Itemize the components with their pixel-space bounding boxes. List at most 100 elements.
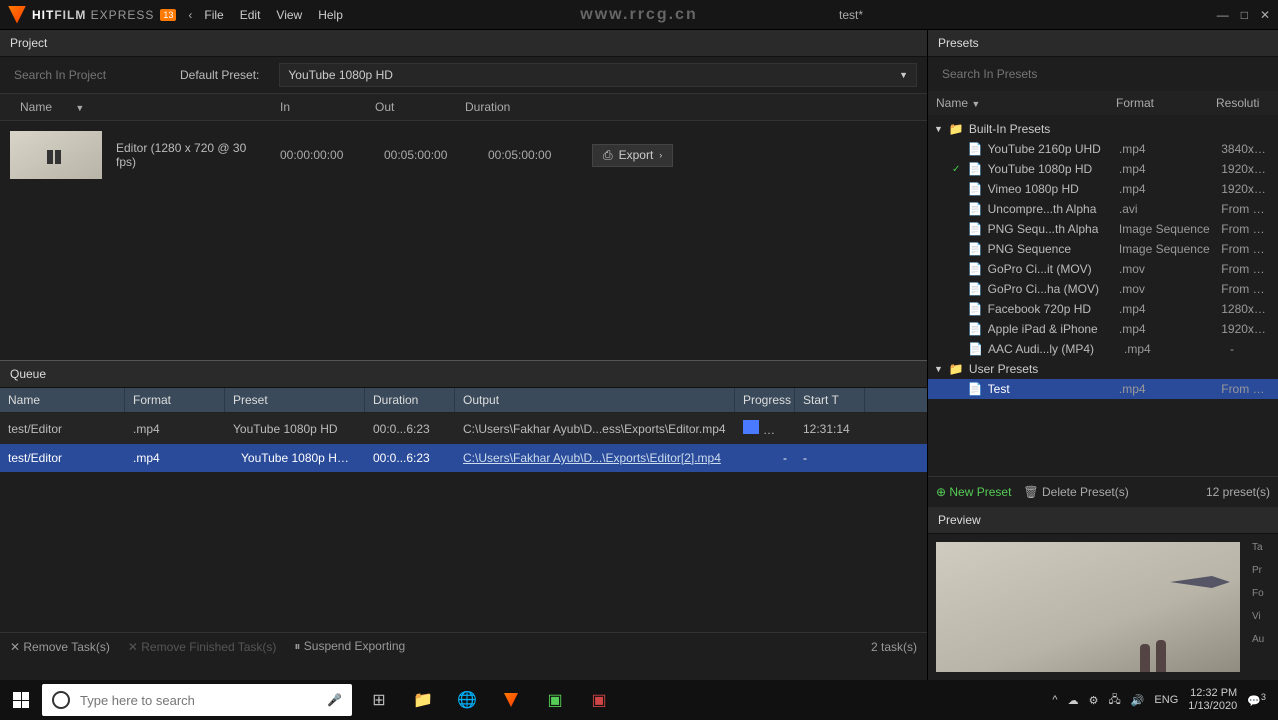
- q-output: C:\Users\Fakhar Ayub\D...ess\Exports\Edi…: [455, 419, 735, 439]
- close-button[interactable]: ✕: [1260, 8, 1270, 22]
- pcol-name[interactable]: Name ▼: [936, 96, 1116, 110]
- new-preset-button[interactable]: ⊕ New Preset: [936, 485, 1011, 499]
- preset-format: .mp4: [1119, 382, 1215, 396]
- qcol-name[interactable]: Name: [0, 388, 125, 412]
- folder-label: User Presets: [969, 362, 1038, 376]
- minimize-button[interactable]: —: [1217, 8, 1229, 22]
- start-button[interactable]: [0, 680, 42, 720]
- col-in[interactable]: In: [270, 94, 365, 120]
- col-name[interactable]: Name ▼: [0, 94, 270, 120]
- q-name: test/Editor: [0, 419, 125, 439]
- q-progress: 7%: [735, 417, 795, 440]
- queue-row-selected[interactable]: test/Editor .mp4 YouTube 1080p HD ▼ 00:0…: [0, 444, 927, 472]
- delete-preset-button[interactable]: 🗑 Delete Preset(s): [1023, 485, 1128, 499]
- preview-tab[interactable]: Au: [1252, 634, 1274, 645]
- camtasia-icon[interactable]: ▣: [578, 680, 620, 720]
- preview-tab[interactable]: Vi: [1252, 611, 1274, 622]
- windows-taskbar: 🎤 ⊞ 📁 🌐 ▣ ▣ ^ ☁ ⚙ 🖧 🔊 ENG 12:32 PM 1/13/…: [0, 680, 1278, 720]
- preset-item[interactable]: ✓📄YouTube 1080p HD.mp41920x108: [928, 159, 1278, 179]
- menu-view[interactable]: View: [276, 8, 302, 22]
- preset-format: .mov: [1119, 262, 1215, 276]
- preset-format: Image Sequence: [1119, 222, 1215, 236]
- preset-item[interactable]: 📄Apple iPad & iPhone.mp41920x108: [928, 319, 1278, 339]
- hitfilm-taskbar-icon[interactable]: [490, 680, 532, 720]
- preview-tab[interactable]: Ta: [1252, 542, 1274, 553]
- maximize-button[interactable]: □: [1241, 8, 1248, 22]
- tray-icon[interactable]: ⚙: [1089, 694, 1099, 707]
- q-preset: YouTube 1080p HD: [225, 419, 365, 439]
- title-bar: HITFILM EXPRESS 13 ‹ File Edit View Help…: [0, 0, 1278, 30]
- preset-item[interactable]: 📄GoPro Ci...it (MOV).movFrom Sou: [928, 259, 1278, 279]
- preset-item[interactable]: 📄PNG Sequ...th AlphaImage SequenceFrom S…: [928, 219, 1278, 239]
- qcol-preset[interactable]: Preset: [225, 388, 365, 412]
- presets-panel-header: Presets: [928, 30, 1278, 57]
- menu-file[interactable]: File: [204, 8, 223, 22]
- preset-item[interactable]: 📄PNG SequenceImage SequenceFrom Sou: [928, 239, 1278, 259]
- qcol-duration[interactable]: Duration: [365, 388, 455, 412]
- col-duration[interactable]: Duration: [455, 94, 520, 120]
- volume-icon[interactable]: 🔊: [1131, 694, 1145, 707]
- back-button[interactable]: ‹: [188, 8, 192, 22]
- preset-name: GoPro Ci...it (MOV): [988, 262, 1113, 276]
- project-name: Editor (1280 x 720 @ 30 fps): [116, 141, 266, 169]
- export-button[interactable]: ⎙ Export ›: [592, 144, 673, 167]
- qcol-format[interactable]: Format: [125, 388, 225, 412]
- taskbar-search-input[interactable]: [80, 693, 317, 708]
- preview-tab[interactable]: Pr: [1252, 565, 1274, 576]
- queue-row[interactable]: test/Editor .mp4 YouTube 1080p HD 00:0..…: [0, 413, 927, 444]
- document-title: test*: [839, 8, 863, 22]
- network-icon[interactable]: 🖧: [1108, 691, 1120, 710]
- file-explorer-icon[interactable]: 📁: [402, 680, 444, 720]
- builtin-folder[interactable]: ▼ 📁 Built-In Presets: [928, 119, 1278, 139]
- preset-name: GoPro Ci...ha (MOV): [988, 282, 1113, 296]
- taskbar-search[interactable]: 🎤: [42, 684, 352, 716]
- preset-item[interactable]: 📄AAC Audi...ly (MP4).mp4-: [928, 339, 1278, 359]
- preset-format: .mp4: [1119, 162, 1215, 176]
- task-count: 2 task(s): [871, 640, 917, 654]
- preset-name: AAC Audi...ly (MP4): [988, 342, 1118, 356]
- project-row[interactable]: Editor (1280 x 720 @ 30 fps) 00:00:00:00…: [0, 121, 927, 189]
- app-icon[interactable]: ▣: [534, 680, 576, 720]
- presets-search-input[interactable]: [938, 63, 1268, 85]
- chevron-down-icon: ▼: [934, 124, 943, 134]
- default-preset-select[interactable]: YouTube 1080p HD ▼: [279, 63, 917, 87]
- preset-item[interactable]: 📄Test.mp4From Sou: [928, 379, 1278, 399]
- preset-item[interactable]: 📄Vimeo 1080p HD.mp41920x108: [928, 179, 1278, 199]
- notifications-icon[interactable]: 💬3: [1247, 692, 1266, 708]
- preset-item[interactable]: 📄GoPro Ci...ha (MOV).movFrom Sou: [928, 279, 1278, 299]
- folder-icon: 📁: [949, 362, 963, 376]
- q-output-link[interactable]: C:\Users\Fakhar Ayub\D...\Exports\Editor…: [455, 448, 735, 468]
- qcol-progress[interactable]: Progress: [735, 388, 795, 412]
- qcol-output[interactable]: Output: [455, 388, 735, 412]
- pcol-format[interactable]: Format: [1116, 96, 1216, 110]
- preset-resolution: 1920x108: [1221, 162, 1272, 176]
- pcol-resolution[interactable]: Resoluti: [1216, 96, 1270, 110]
- clock[interactable]: 12:32 PM 1/13/2020: [1188, 687, 1237, 713]
- mic-icon[interactable]: 🎤: [327, 693, 342, 707]
- menu-edit[interactable]: Edit: [240, 8, 261, 22]
- preset-item[interactable]: 📄Facebook 720p HD.mp41280x720: [928, 299, 1278, 319]
- menu-help[interactable]: Help: [318, 8, 343, 22]
- user-folder[interactable]: ▼ 📁 User Presets: [928, 359, 1278, 379]
- qcol-start[interactable]: Start T: [795, 388, 865, 412]
- project-duration: 00:05:00:00: [488, 148, 578, 162]
- language-indicator[interactable]: ENG: [1154, 694, 1178, 706]
- preset-item[interactable]: 📄YouTube 2160p UHD.mp43840x216: [928, 139, 1278, 159]
- remove-task-button[interactable]: ✕ Remove Task(s): [10, 640, 110, 654]
- task-view-button[interactable]: ⊞: [358, 680, 400, 720]
- queue-panel-header: Queue: [0, 361, 927, 388]
- preset-name: YouTube 1080p HD: [988, 162, 1113, 176]
- preset-format: .mp4: [1119, 142, 1215, 156]
- remove-finished-button[interactable]: ✕ Remove Finished Task(s): [128, 640, 277, 654]
- tray-chevron-icon[interactable]: ^: [1052, 694, 1057, 706]
- suspend-button[interactable]: ⏸ Suspend Exporting: [294, 639, 405, 654]
- preview-tab[interactable]: Fo: [1252, 588, 1274, 599]
- q-preset-select[interactable]: YouTube 1080p HD ▼: [225, 448, 365, 468]
- project-search-input[interactable]: [10, 64, 160, 86]
- chrome-icon[interactable]: 🌐: [446, 680, 488, 720]
- folder-icon: 📁: [949, 122, 963, 136]
- onedrive-icon[interactable]: ☁: [1068, 694, 1079, 707]
- preset-item[interactable]: 📄Uncompre...th Alpha.aviFrom Sou: [928, 199, 1278, 219]
- col-out[interactable]: Out: [365, 94, 455, 120]
- hitfilm-logo-icon: [8, 6, 26, 24]
